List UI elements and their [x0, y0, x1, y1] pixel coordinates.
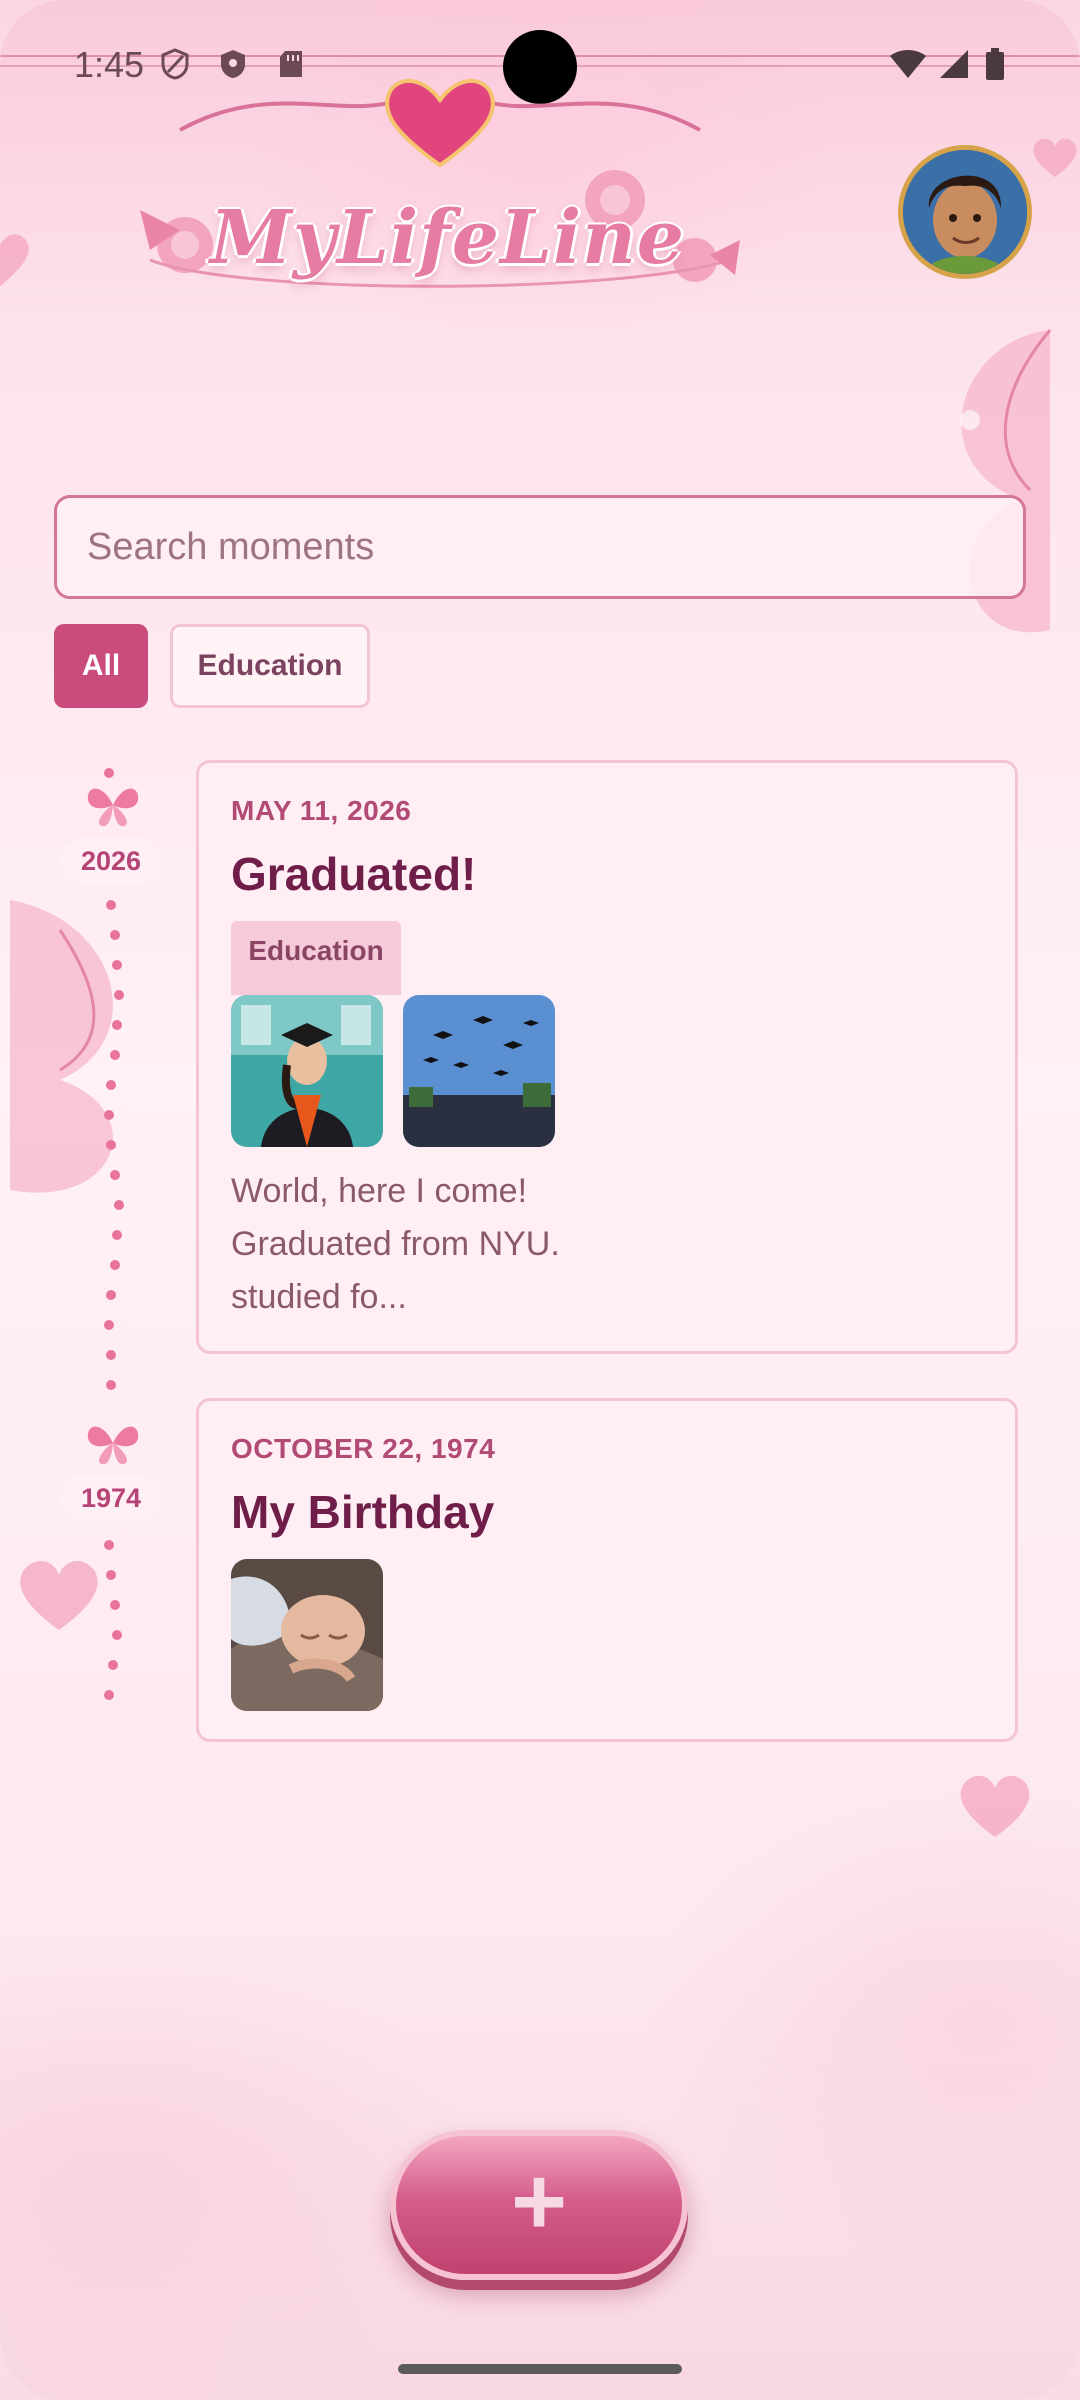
- search-input[interactable]: [87, 525, 993, 569]
- moment-photo[interactable]: [231, 1559, 383, 1711]
- moment-title: Graduated!: [231, 848, 477, 900]
- avatar-image: [903, 150, 1027, 274]
- plus-icon: +: [510, 2148, 568, 2255]
- butterfly-marker-icon: [87, 1426, 139, 1465]
- newborn-baby-image: [231, 1559, 383, 1711]
- moment-photo[interactable]: [231, 995, 383, 1147]
- moment-title: My Birthday: [231, 1486, 495, 1538]
- timeline-year-badge: 2026: [61, 838, 161, 884]
- app-logo: [120, 60, 760, 320]
- heart-decoration: [0, 234, 29, 287]
- timeline-line: [92, 760, 128, 1720]
- butterfly-marker-icon: [87, 788, 139, 827]
- signal-icon: [940, 50, 968, 78]
- graduation-caps-toss-image: [403, 995, 555, 1147]
- moment-tag: Education: [231, 921, 401, 995]
- butterfly-decoration-right: [960, 329, 1052, 633]
- add-moment-button[interactable]: +: [390, 2130, 688, 2280]
- battery-icon: [986, 48, 1004, 80]
- graduate-portrait-image: [231, 995, 383, 1147]
- profile-avatar[interactable]: [898, 145, 1032, 279]
- home-indicator[interactable]: [398, 2364, 682, 2374]
- logo-ornament: [140, 78, 740, 288]
- search-bar[interactable]: [54, 495, 1026, 599]
- wifi-icon: [890, 50, 926, 78]
- app-logo-text: MyLifeLine: [210, 195, 685, 281]
- moment-photo[interactable]: [403, 995, 555, 1147]
- filter-chip-education[interactable]: Education: [170, 624, 370, 708]
- filter-chip-all[interactable]: All: [54, 624, 148, 708]
- moment-description: World, here I come! Graduated from NYU. …: [231, 1172, 560, 1316]
- timeline-year-badge: 1974: [61, 1475, 161, 1521]
- moment-date: MAY 11, 2026: [231, 795, 412, 826]
- moment-card[interactable]: MAY 11, 2026 Graduated! Education World,…: [196, 760, 1018, 1354]
- moment-date: OCTOBER 22, 1974: [231, 1433, 496, 1464]
- moment-card[interactable]: OCTOBER 22, 1974 My Birthday: [196, 1398, 1018, 1742]
- heart-decoration: [1033, 138, 1077, 177]
- heart-decoration: [960, 1775, 1030, 1838]
- app-screen: 1:45 MyLifeLine Search moments All Educa…: [0, 0, 1080, 2400]
- heart-decoration: [20, 1560, 98, 1630]
- butterfly-decoration-left: [10, 900, 113, 1193]
